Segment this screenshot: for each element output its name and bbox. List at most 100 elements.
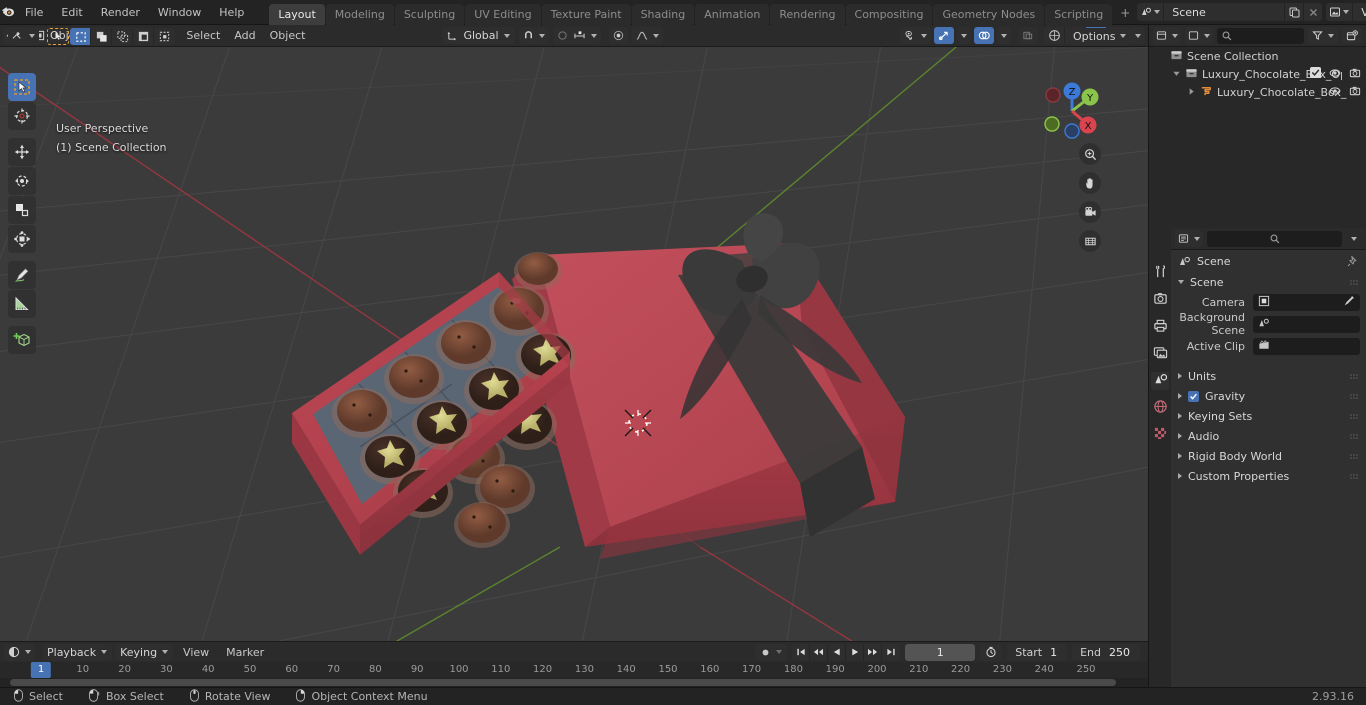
view-layer-icon[interactable] [1326,3,1354,21]
timeline-marker-menu[interactable]: Marker [219,644,271,661]
visibility-eye-icon[interactable] [1329,67,1341,82]
outliner-display-icon[interactable] [1153,27,1181,44]
output-tab[interactable] [1151,318,1169,336]
filter-funnel-icon[interactable] [1308,27,1338,44]
property-field[interactable] [1253,293,1360,311]
render-visibility-icon[interactable] [1349,67,1361,82]
world-tab[interactable] [1151,399,1169,417]
tool-tab[interactable] [1151,264,1169,282]
panel-grip-icon[interactable] [1350,278,1360,286]
new-collection-icon[interactable] [1342,27,1362,44]
ortho-persp-icon[interactable] [1079,230,1101,252]
workspace-tab-animation[interactable]: Animation [695,3,770,25]
visibility-eye-icon[interactable] [1329,85,1341,100]
panel-disclosure-icon[interactable] [1178,373,1182,379]
render-visibility-icon[interactable] [1349,85,1361,100]
workspace-tab-uv-editing[interactable]: UV Editing [465,3,541,25]
menu-render[interactable]: Render [92,3,149,22]
transform-tool[interactable] [8,225,36,253]
viewport-menu-object[interactable]: Object [263,27,313,44]
play-icon[interactable] [846,643,865,661]
menu-file[interactable]: File [16,3,52,22]
end-frame-field[interactable]: End 250 [1072,643,1140,661]
property-field[interactable] [1253,315,1360,333]
property-field[interactable] [1253,337,1360,355]
3d-viewport[interactable]: User Perspective (1) Scene Collection Z … [0,47,1148,641]
use-preview-range-icon[interactable] [980,643,1003,661]
snap-target-dropdown[interactable] [552,27,601,44]
xray-toggle[interactable] [1018,27,1038,44]
panel-grip-icon[interactable] [1350,372,1360,380]
outliner-row[interactable]: Luxury_Chocolate_Box_Oper [1149,65,1366,83]
camera-view-icon[interactable] [1079,201,1101,223]
transform-orientation-dropdown[interactable]: Global [442,27,515,44]
select-mode-subtract[interactable] [112,27,133,45]
panel-grip-icon[interactable] [1350,412,1360,420]
x-icon[interactable] [1303,3,1323,21]
workspace-tab-compositing[interactable]: Compositing [845,3,933,25]
panel-grip-icon[interactable] [1350,392,1360,400]
disclosure-triangle-open-icon[interactable] [1172,68,1181,81]
playback-menu[interactable]: Playback [42,643,113,661]
object-visibility-dropdown[interactable] [900,27,931,44]
gizmo-toggle[interactable] [934,27,954,44]
auto-keying-icon[interactable] [755,643,788,661]
measure-tool[interactable] [8,290,36,318]
overlays-toggle[interactable] [974,27,994,44]
panel-units[interactable]: Units [1171,366,1366,386]
jump-back-keyframe-icon[interactable] [810,643,829,661]
outliner-checkbox[interactable] [1310,67,1321,81]
panel-checkbox[interactable] [1188,390,1199,402]
timeline-playhead[interactable]: 1 [30,662,52,678]
outliner-search-input[interactable] [1217,27,1304,44]
panel-disclosure-icon[interactable] [1178,393,1182,399]
overlays-options-dropdown[interactable] [997,27,1011,44]
move-tool[interactable] [8,138,36,166]
render-tab[interactable] [1151,291,1169,309]
scene-icon[interactable] [1137,3,1165,21]
shading-wireframe-button[interactable] [1044,27,1065,44]
current-frame-field[interactable]: 1 [905,643,976,661]
viewport-menu-select[interactable]: Select [179,27,227,44]
workspace-tab-rendering[interactable]: Rendering [770,3,845,25]
panel-disclosure-icon[interactable] [1178,453,1182,459]
panel-disclosure-icon[interactable] [1178,473,1182,479]
disclosure-triangle-closed-icon[interactable] [1187,86,1196,99]
view-layer-name-field[interactable]: View Layer [1353,3,1366,21]
panel-keying-sets[interactable]: Keying Sets [1171,406,1366,426]
workspace-tab-modeling[interactable]: Modeling [325,3,394,25]
timeline-scrollbar[interactable] [0,678,1148,687]
add-cube-tool[interactable] [8,326,36,354]
menu-window[interactable]: Window [149,3,210,22]
outliner-filter-type-icon[interactable] [1185,27,1213,44]
start-frame-field[interactable]: Start 1 [1007,643,1068,661]
pin-icon[interactable] [1347,255,1359,267]
workspace-tab-texture-paint[interactable]: Texture Paint [541,3,631,25]
jump-to-start-icon[interactable] [792,643,811,661]
panel-disclosure-icon[interactable] [1178,280,1184,284]
rotate-tool[interactable] [8,167,36,195]
workspace-tab-shading[interactable]: Shading [631,3,695,25]
keying-menu[interactable]: Keying [115,643,174,661]
panel-grip-icon[interactable] [1350,452,1360,460]
workspace-tab-layout[interactable]: Layout [269,3,325,25]
timeline-view-menu[interactable]: View [176,644,216,661]
select-mode-invert[interactable] [133,27,154,45]
navigation-gizmo[interactable]: Z Y X [1036,75,1108,147]
active-tool-preview[interactable] [8,25,69,47]
viewport-menu-add[interactable]: Add [227,27,262,44]
jump-forward-keyframe-icon[interactable] [864,643,883,661]
workspace-tab-geometry-nodes[interactable]: Geometry Nodes [933,3,1045,25]
zoom-icon[interactable] [1079,143,1101,165]
proportional-editing-toggle[interactable] [608,27,628,44]
timeline-editor-icon[interactable] [4,643,35,661]
panel-audio[interactable]: Audio [1171,426,1366,446]
panel-scene[interactable]: Scene [1171,272,1366,292]
panel-grip-icon[interactable] [1350,472,1360,480]
panel-gravity[interactable]: Gravity [1171,386,1366,406]
timeline-ruler[interactable]: 10 20 30 40 50 60 70 80 90 100 110 120 130 140 150 160 1… [0,662,1148,678]
view-layer-selector[interactable]: View Layer [1326,3,1366,21]
cursor-arrow-icon[interactable] [47,27,69,45]
select-mode-extend[interactable] [91,27,112,45]
blender-logo-icon[interactable] [0,0,16,25]
